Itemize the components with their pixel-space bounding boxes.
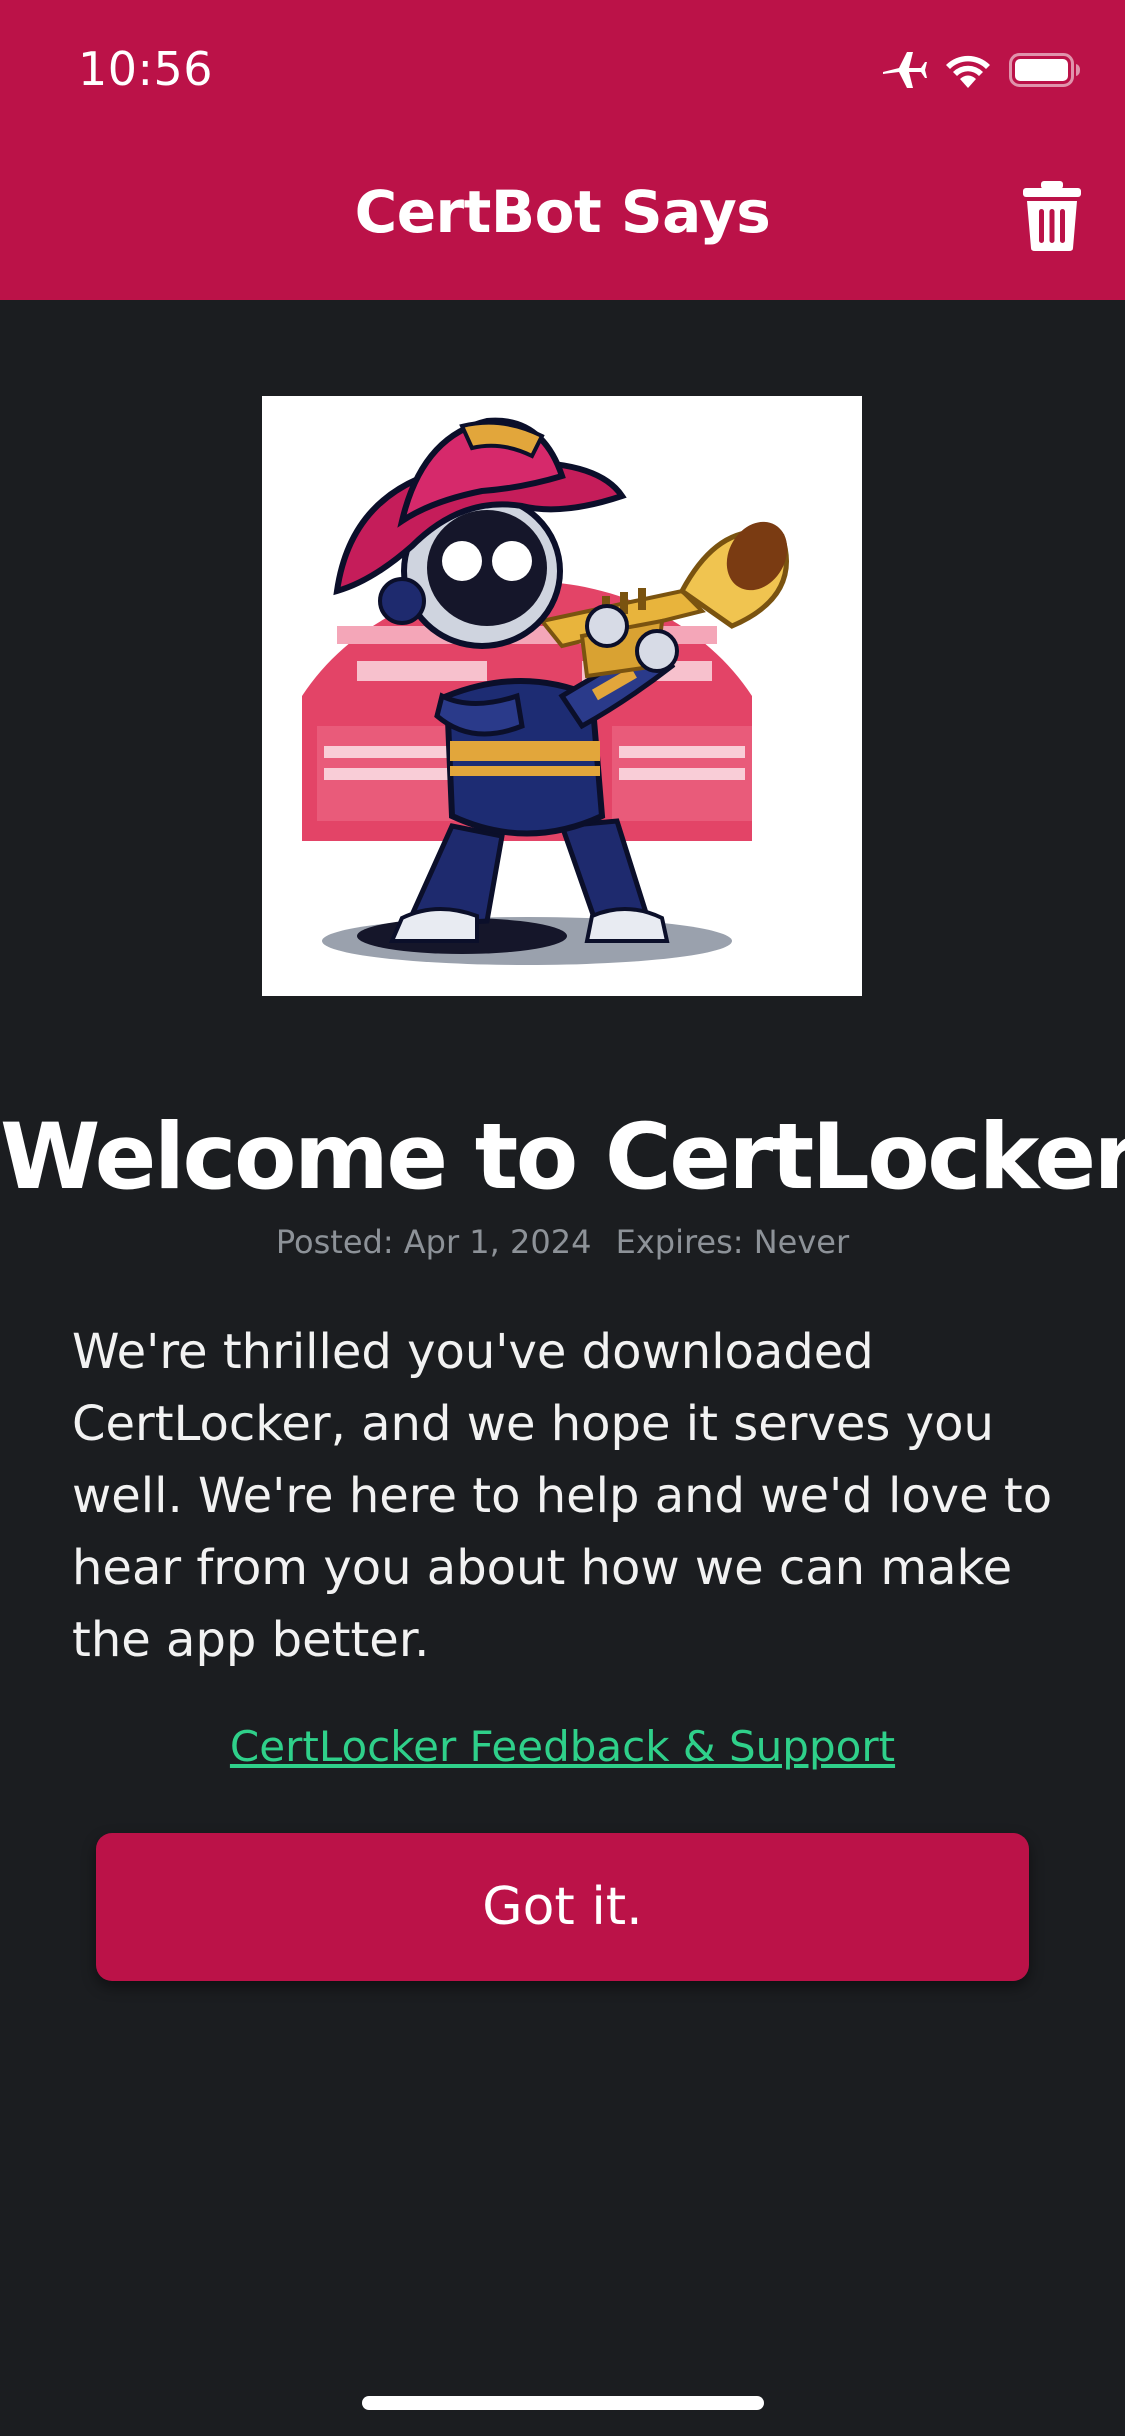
page-title: CertBot Says [354,178,771,246]
message-title: Welcome to CertLocker [0,1105,1125,1210]
message-body: We're thrilled you've downloaded CertLoc… [72,1324,1053,1668]
status-icons [881,48,1081,92]
home-indicator [362,2396,764,2410]
message-meta: Posted: Apr 1, 2024 Expires: Never [0,1223,1125,1261]
trash-icon [1023,181,1081,251]
delete-button[interactable] [1021,180,1083,252]
expiry-date: Expires: Never [615,1223,850,1261]
wifi-icon [946,55,990,88]
airplane-icon [883,52,927,88]
battery-icon [1009,53,1080,87]
posted-date: Posted: Apr 1, 2024 [275,1223,592,1261]
status-time: 10:56 [78,42,214,96]
got-it-button[interactable]: Got it. [96,1833,1029,1981]
status-bar: 10:56 [0,0,1125,140]
feedback-support-link[interactable]: CertLocker Feedback & Support [0,1722,1125,1771]
certbot-illustration [262,396,862,996]
nav-bar: CertBot Says [0,140,1125,300]
